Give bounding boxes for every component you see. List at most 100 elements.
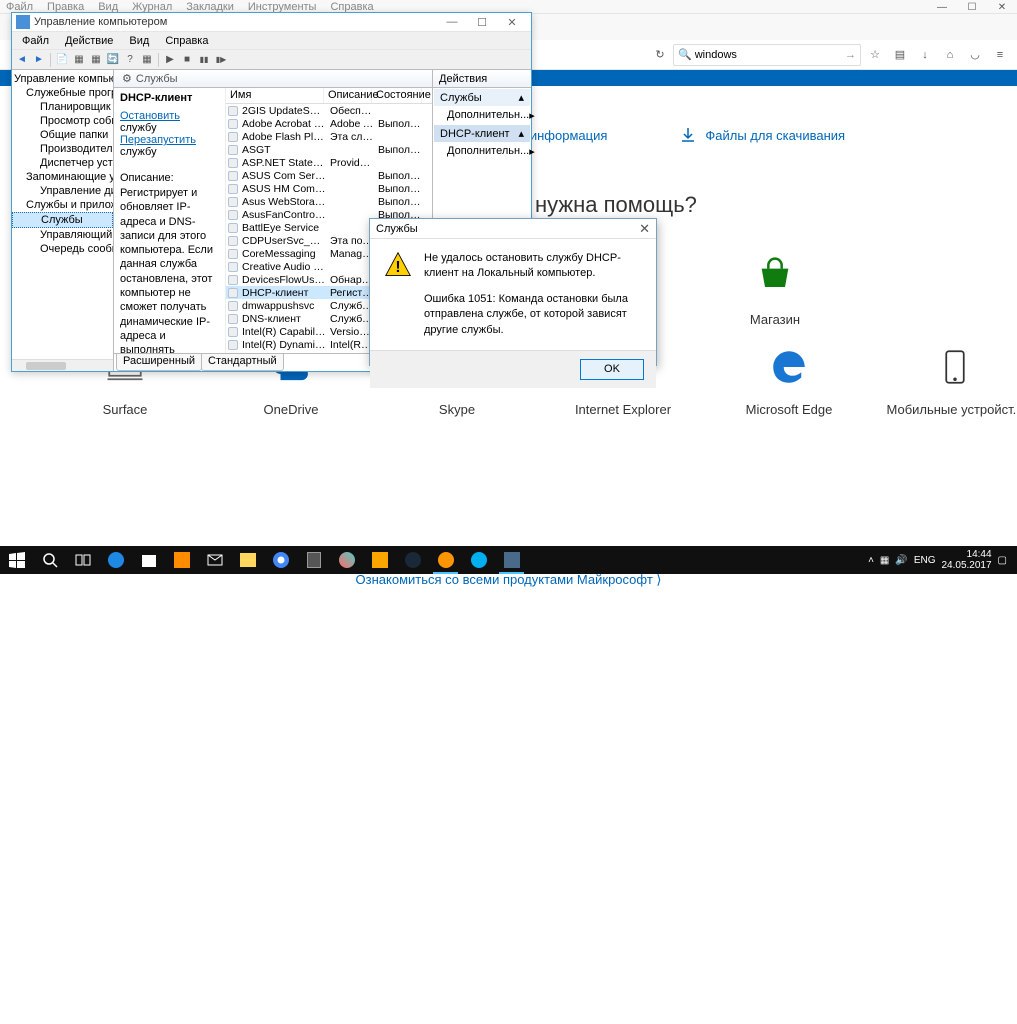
- action-dhcp-more[interactable]: Дополнительн...▸: [433, 143, 531, 160]
- tb-icon-1[interactable]: ▦: [139, 52, 155, 68]
- tree-item[interactable]: Службы: [12, 212, 113, 228]
- chrome-tb[interactable]: [264, 546, 297, 574]
- search-box[interactable]: 🔍 →: [673, 44, 861, 66]
- mmc-menu-view[interactable]: Вид: [123, 33, 155, 49]
- service-row[interactable]: Adobe Flash Player U...Эта служб...: [226, 130, 432, 143]
- service-row[interactable]: ASUS Com ServiceВыполняет: [226, 169, 432, 182]
- tree-item[interactable]: Общие папки: [12, 128, 113, 142]
- go-icon[interactable]: →: [845, 49, 856, 61]
- tree-item[interactable]: Очередь сообщен...: [12, 242, 113, 256]
- tree-item[interactable]: Просмотр событи...: [12, 114, 113, 128]
- ff-menu-tools[interactable]: Инструменты: [248, 1, 317, 13]
- mmc-tree[interactable]: Управление компьюте...Служебные програ..…: [12, 70, 114, 371]
- tree-item[interactable]: Производительно...: [12, 142, 113, 156]
- firefox-tb[interactable]: [429, 546, 462, 574]
- search-button[interactable]: [33, 546, 66, 574]
- hamburger-icon[interactable]: ≡: [989, 44, 1011, 66]
- notifications-icon[interactable]: ▢: [998, 555, 1007, 566]
- tree-item[interactable]: Управление компьюте...: [12, 72, 113, 86]
- ok-button[interactable]: OK: [580, 359, 644, 380]
- paint-tb[interactable]: [330, 546, 363, 574]
- footer-link[interactable]: Ознакомиться со всеми продуктами Майкрос…: [0, 572, 1017, 588]
- ff-menu-bookmarks[interactable]: Закладки: [186, 1, 234, 13]
- mmc-menu-file[interactable]: Файл: [16, 33, 55, 49]
- help-icon[interactable]: ?: [122, 52, 138, 68]
- home-icon[interactable]: ⌂: [939, 44, 961, 66]
- network-icon[interactable]: ▦: [880, 555, 889, 566]
- mmc-menu-help[interactable]: Справка: [159, 33, 214, 49]
- search-input[interactable]: [695, 49, 845, 61]
- export-icon[interactable]: ▦: [88, 52, 104, 68]
- restart-link[interactable]: Перезапустить: [120, 134, 196, 146]
- pocket-icon[interactable]: ◡: [964, 44, 986, 66]
- tree-scrollbar[interactable]: [12, 359, 114, 371]
- skype-tb[interactable]: [462, 546, 495, 574]
- service-row[interactable]: Adobe Acrobat Updat...Adobe Acr...Выполн…: [226, 117, 432, 130]
- stop-link[interactable]: Остановить: [120, 110, 180, 122]
- up-icon[interactable]: 📄: [54, 52, 70, 68]
- service-row[interactable]: Asus WebStorage Win...Выполняет: [226, 195, 432, 208]
- tile-mobile[interactable]: Мобильные устройст...: [880, 344, 1017, 417]
- service-row[interactable]: ASP.NET State ServiceProvides su...: [226, 156, 432, 169]
- tree-item[interactable]: Службы и приложен...: [12, 198, 113, 212]
- tab-download[interactable]: Файлы для скачивания: [677, 124, 845, 146]
- tile-xbox[interactable]: Xbox: [970, 254, 1017, 327]
- tree-item[interactable]: Запоминающие уст...: [12, 170, 113, 184]
- ff-min[interactable]: —: [927, 0, 957, 14]
- tree-item[interactable]: Диспетчер устрой...: [12, 156, 113, 170]
- mmc-menu-action[interactable]: Действие: [59, 33, 119, 49]
- tree-item[interactable]: Планировщик зад...: [12, 100, 113, 114]
- action-dhcp[interactable]: DHCP-клиент▴: [434, 125, 530, 142]
- mmc-tb[interactable]: [495, 546, 528, 574]
- star-icon[interactable]: ☆: [864, 44, 886, 66]
- service-row[interactable]: 2GIS UpdateServiceОбеспечи...: [226, 104, 432, 117]
- mail-tb[interactable]: [198, 546, 231, 574]
- tree-item[interactable]: Служебные програ...: [12, 86, 113, 100]
- pause-icon[interactable]: ▮▮: [196, 52, 212, 68]
- lang-indicator[interactable]: ENG: [914, 555, 936, 566]
- explorer-tb[interactable]: [231, 546, 264, 574]
- close-icon[interactable]: ✕: [639, 221, 650, 237]
- steam-tb[interactable]: [396, 546, 429, 574]
- action-services-more[interactable]: Дополнительн...▸: [433, 107, 531, 124]
- forward-icon[interactable]: ►: [31, 52, 47, 68]
- col-name[interactable]: Имя: [226, 88, 324, 103]
- stop-icon[interactable]: ■: [179, 52, 195, 68]
- ff-menu-view[interactable]: Вид: [98, 1, 118, 13]
- ff-menu-help[interactable]: Справка: [330, 1, 373, 13]
- props-icon[interactable]: ▦: [71, 52, 87, 68]
- col-stat[interactable]: Состояние: [372, 88, 422, 103]
- service-row[interactable]: ASUS HM Com ServiceВыполняет: [226, 182, 432, 195]
- download-icon[interactable]: ↓: [914, 44, 936, 66]
- tile-store[interactable]: Магазин: [700, 254, 850, 327]
- ff-max[interactable]: ☐: [957, 0, 987, 14]
- ff-menu-file[interactable]: Файл: [6, 1, 33, 13]
- tile-edge[interactable]: Microsoft Edge: [714, 344, 864, 417]
- mmc-max[interactable]: ☐: [467, 16, 497, 29]
- back-icon[interactable]: ◄: [14, 52, 30, 68]
- tab-standard[interactable]: Стандартный: [201, 354, 284, 371]
- mmc-min[interactable]: —: [437, 16, 467, 28]
- ff-menu-edit[interactable]: Правка: [47, 1, 84, 13]
- tree-item[interactable]: Управляющий эле...: [12, 228, 113, 242]
- restart-icon[interactable]: ▮▶: [213, 52, 229, 68]
- list-header[interactable]: Имя Описание Состояние: [226, 88, 432, 104]
- movies-tb[interactable]: [165, 546, 198, 574]
- volume-icon[interactable]: 🔊: [895, 555, 907, 566]
- action-services[interactable]: Службы▴: [434, 89, 530, 106]
- service-row[interactable]: ASGTВыполняет: [226, 143, 432, 156]
- tab-extended[interactable]: Расширенный: [116, 354, 202, 371]
- ff-close[interactable]: ✕: [987, 0, 1017, 14]
- col-desc[interactable]: Описание: [324, 88, 372, 103]
- clock[interactable]: 14:44 24.05.2017: [941, 549, 991, 571]
- play-icon[interactable]: ▶: [162, 52, 178, 68]
- store-tb[interactable]: [132, 546, 165, 574]
- refresh-icon[interactable]: ↻: [650, 45, 670, 65]
- edge-tb[interactable]: [99, 546, 132, 574]
- library-icon[interactable]: ▤: [889, 44, 911, 66]
- calc-tb[interactable]: [297, 546, 330, 574]
- refresh2-icon[interactable]: 🔄: [105, 52, 121, 68]
- start-button[interactable]: [0, 546, 33, 574]
- taskview-button[interactable]: [66, 546, 99, 574]
- app1-tb[interactable]: [363, 546, 396, 574]
